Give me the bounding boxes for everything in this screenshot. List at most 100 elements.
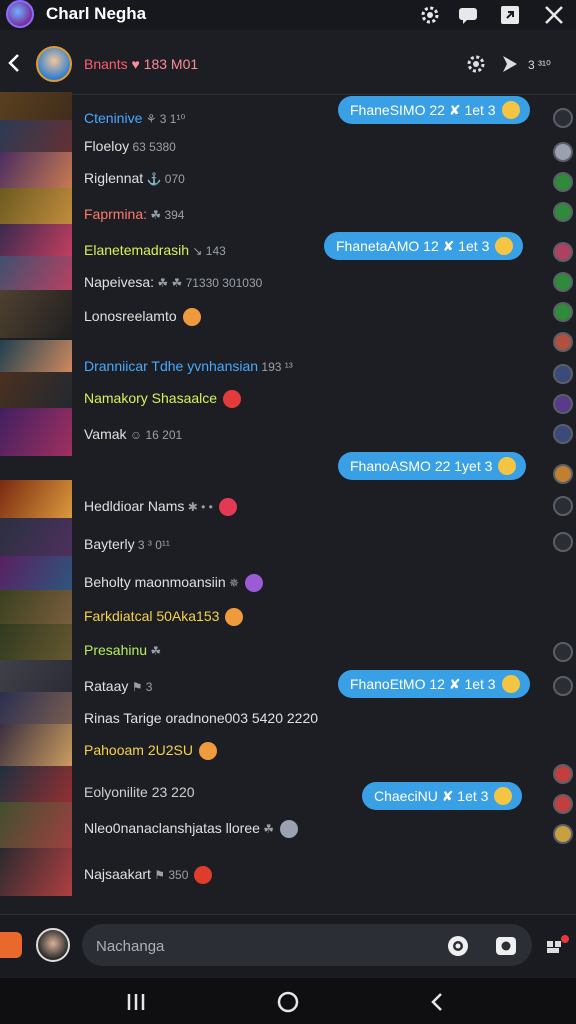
reaction-icon[interactable] — [553, 764, 573, 784]
sender-avatar[interactable] — [0, 408, 72, 456]
message-text: Riglennat ⚓ 070 — [84, 170, 185, 186]
message-text: Eolyonilite 23 220 — [84, 784, 195, 800]
message-meta: ⚓ 070 — [143, 172, 185, 186]
message-sender: Bayterly — [84, 536, 135, 552]
emoji-icon — [494, 787, 513, 805]
reaction-icon[interactable] — [553, 532, 573, 552]
reaction-icon[interactable] — [553, 794, 573, 814]
app-avatar[interactable] — [6, 0, 34, 28]
outgoing-message-bubble[interactable]: FhanetaAMO 12 ✘ 1et 3 — [324, 232, 524, 260]
message-text: Dranniicar Tdhe yvnhansian 193 ¹³ — [84, 358, 293, 374]
reaction-icon[interactable] — [553, 302, 573, 322]
message-sender: Elanetemadrasih — [84, 242, 190, 258]
reaction-icon[interactable] — [553, 464, 573, 484]
message-meta: ☘ — [147, 644, 162, 658]
message-text: Elanetemadrasih ↘ 143 — [84, 242, 226, 258]
message-sender: Eolyonilite 23 220 — [84, 784, 195, 800]
sender-avatar[interactable] — [0, 848, 72, 896]
more-options-icon[interactable] — [545, 933, 571, 957]
reaction-icon[interactable] — [553, 242, 573, 262]
message-text: Bayterly 3 ³ 0¹¹ — [84, 536, 170, 552]
emoji-icon — [245, 574, 264, 593]
message-text: Namakory Shasaalce — [84, 390, 242, 409]
gallery-icon[interactable] — [494, 934, 518, 958]
back-icon[interactable] — [426, 990, 450, 1014]
reaction-icon[interactable] — [553, 202, 573, 222]
emoji-icon — [501, 675, 520, 693]
reaction-icon[interactable] — [553, 642, 573, 662]
emoji-icon — [182, 308, 201, 327]
reaction-icon[interactable] — [553, 142, 573, 162]
message-text: Napeivesa: ☘ ☘ 71330 301030 — [84, 274, 262, 290]
message-row[interactable]: Vamak ☺ 16 201 — [0, 408, 330, 456]
emoji-icon — [225, 608, 244, 627]
message-row[interactable]: Nleo0nanaclanshjatas lloree ☘ — [0, 802, 330, 850]
system-nav-bar — [0, 978, 576, 1024]
sender-avatar[interactable] — [0, 802, 72, 850]
message-sender: Farkdiatcal 50Aka153 — [84, 608, 220, 624]
outgoing-message-bubble[interactable]: FhanoASMO 22 1yet 3 — [338, 452, 527, 480]
message-text: Rataay ⚑ 3 — [84, 678, 152, 694]
outgoing-message-bubble[interactable]: FhanoEtMO 12 ✘ 1et 3 — [338, 670, 530, 698]
message-sender: Faprmina: — [84, 206, 148, 222]
reaction-icon[interactable] — [553, 424, 573, 444]
message-meta: 3 ³ 0¹¹ — [134, 538, 170, 552]
message-meta: ⚑ 3 — [128, 680, 153, 694]
outgoing-message-bubble[interactable]: ChaeciNU ✘ 1et 3 — [362, 782, 523, 810]
message-sender: Presahinu — [84, 642, 148, 658]
message-text: Vamak ☺ 16 201 — [84, 426, 182, 442]
back-arrow-icon[interactable] — [4, 50, 24, 76]
reaction-icon[interactable] — [553, 332, 573, 352]
app-title-bar: Charl Negha — [0, 0, 576, 30]
message-sender: Lonosreelamto — [84, 308, 177, 324]
home-icon[interactable] — [276, 990, 300, 1014]
message-text: Nleo0nanaclanshjatas lloree ☘ — [84, 820, 298, 839]
bubble-text: FhanoASMO 22 1yet 3 — [350, 458, 493, 474]
settings-gear-icon[interactable] — [464, 52, 488, 76]
message-sender: Rataay — [84, 678, 129, 694]
reaction-icon[interactable] — [553, 272, 573, 292]
my-avatar[interactable] — [36, 928, 70, 962]
message-text: Floeloy 63 5380 — [84, 138, 176, 154]
message-row[interactable]: Pahooam 2U2SU — [0, 724, 330, 772]
reaction-icon[interactable] — [553, 172, 573, 192]
message-row[interactable]: Lonosreelamto — [0, 290, 330, 338]
message-meta: ↘ 143 — [189, 244, 226, 258]
reaction-icon[interactable] — [553, 496, 573, 516]
recents-icon[interactable] — [124, 990, 148, 1014]
reaction-icon[interactable] — [553, 824, 573, 844]
reaction-icon[interactable] — [553, 394, 573, 414]
camera-icon[interactable] — [446, 934, 470, 958]
reaction-icon[interactable] — [553, 676, 573, 696]
message-text: Cteninive ⚘ 3 1¹⁰ — [84, 110, 185, 126]
sender-avatar[interactable] — [0, 724, 72, 772]
message-text: Beholty maonmoansiin ✵ — [84, 574, 264, 593]
chat-bubble-icon[interactable] — [456, 3, 480, 27]
emoji-icon — [223, 390, 242, 409]
message-row[interactable]: Najsaakart ⚑ 350 — [0, 848, 330, 896]
message-text: Rinas Tarige oradnone003 5420 2220 — [84, 710, 318, 726]
share-box-icon[interactable] — [498, 3, 522, 27]
reaction-icon[interactable] — [553, 364, 573, 384]
reaction-icon[interactable] — [553, 108, 573, 128]
emoji-icon — [194, 866, 213, 885]
emoji-icon — [218, 498, 237, 517]
message-input[interactable] — [94, 924, 438, 968]
send-play-icon[interactable] — [500, 53, 520, 75]
message-sender: Floeloy — [84, 138, 130, 154]
app-title: Charl Negha — [46, 4, 147, 23]
bubble-text: FhanoEtMO 12 ✘ 1et 3 — [350, 676, 496, 692]
outgoing-message-bubble[interactable]: FhaneSIMO 22 ✘ 1et 3 — [338, 96, 530, 124]
gear-icon[interactable] — [418, 3, 442, 27]
message-text: Faprmina: ☘ 394 — [84, 206, 184, 222]
attach-button[interactable] — [0, 932, 22, 958]
sender-avatar[interactable] — [0, 290, 72, 338]
contact-avatar[interactable] — [36, 46, 72, 82]
close-icon[interactable] — [542, 3, 566, 27]
emoji-icon — [495, 237, 514, 255]
message-sender: Riglennat — [84, 170, 144, 186]
message-sender: Hedldioar Nams — [84, 498, 185, 514]
message-text: Presahinu ☘ — [84, 642, 161, 658]
message-meta: ✵ — [225, 576, 240, 590]
contact-name[interactable]: Bnants ♥ 183 M01 — [84, 56, 198, 72]
